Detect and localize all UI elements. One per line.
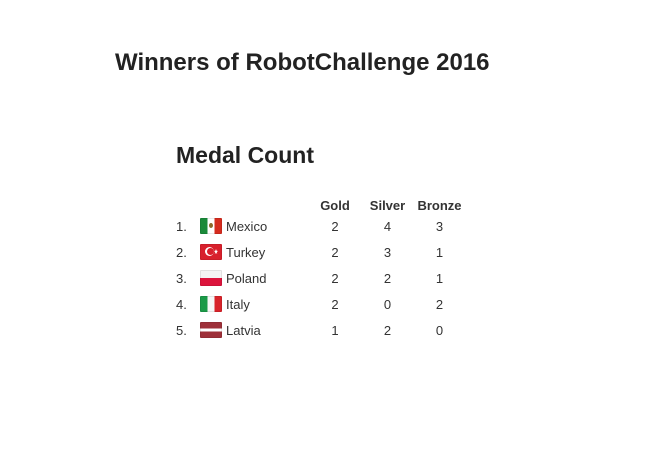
- bronze-count: 1: [435, 270, 444, 286]
- rank-cell: 1.: [176, 218, 187, 234]
- rank-cell: 5.: [176, 322, 187, 338]
- rank-column-header: [176, 194, 200, 213]
- bronze-count: 0: [435, 322, 444, 338]
- silver-count: 2: [383, 322, 392, 338]
- table-row: 2. Turkey 2 3 1: [176, 239, 464, 265]
- bronze-count: 3: [435, 218, 444, 234]
- table-row: 1. Mexico 2 4 3: [176, 213, 464, 239]
- country-name: Mexico: [226, 218, 268, 234]
- country-name: Turkey: [226, 244, 266, 260]
- poland-flag-icon: [200, 270, 222, 286]
- medal-count-section: Medal Count Gold Silver Bronze 1. Mexico: [176, 142, 464, 343]
- gold-count: 2: [331, 218, 339, 234]
- silver-count: 3: [383, 244, 392, 260]
- silver-count: 2: [383, 270, 392, 286]
- medal-table-header-row: Gold Silver Bronze: [176, 194, 464, 213]
- country-cell: Turkey: [200, 239, 310, 265]
- page-title: Winners of RobotChallenge 2016: [115, 49, 490, 76]
- table-row: 3. Poland 2 2 1: [176, 265, 464, 291]
- gold-count: 2: [331, 270, 339, 286]
- gold-column-header: Gold: [320, 198, 350, 213]
- rank-cell: 3.: [176, 270, 187, 286]
- table-row: 4. Italy 2 0 2: [176, 291, 464, 317]
- bronze-column-header: Bronze: [417, 198, 462, 213]
- country-name: Latvia: [226, 322, 261, 338]
- italy-flag-icon: [200, 296, 222, 312]
- mexico-flag-icon: [200, 218, 222, 234]
- country-name: Poland: [226, 270, 267, 286]
- silver-count: 4: [383, 218, 392, 234]
- gold-count: 2: [331, 296, 339, 312]
- country-column-header: [200, 194, 310, 213]
- country-name: Italy: [226, 296, 250, 312]
- silver-column-header: Silver: [369, 198, 406, 213]
- bronze-count: 1: [435, 244, 444, 260]
- bronze-count: 2: [435, 296, 444, 312]
- rank-cell: 2.: [176, 244, 187, 260]
- medal-count-heading: Medal Count: [176, 142, 314, 168]
- latvia-flag-icon: [200, 322, 222, 338]
- rank-cell: 4.: [176, 296, 187, 312]
- country-cell: Italy: [200, 291, 310, 317]
- medal-table: Gold Silver Bronze 1. Mexico 2 4 3 2. Tu…: [176, 194, 464, 343]
- gold-count: 2: [331, 244, 339, 260]
- country-cell: Mexico: [200, 213, 310, 239]
- country-cell: Latvia: [200, 317, 310, 343]
- country-cell: Poland: [200, 265, 310, 291]
- turkey-flag-icon: [200, 244, 222, 260]
- gold-count: 1: [331, 322, 339, 338]
- table-row: 5. Latvia 1 2 0: [176, 317, 464, 343]
- silver-count: 0: [383, 296, 392, 312]
